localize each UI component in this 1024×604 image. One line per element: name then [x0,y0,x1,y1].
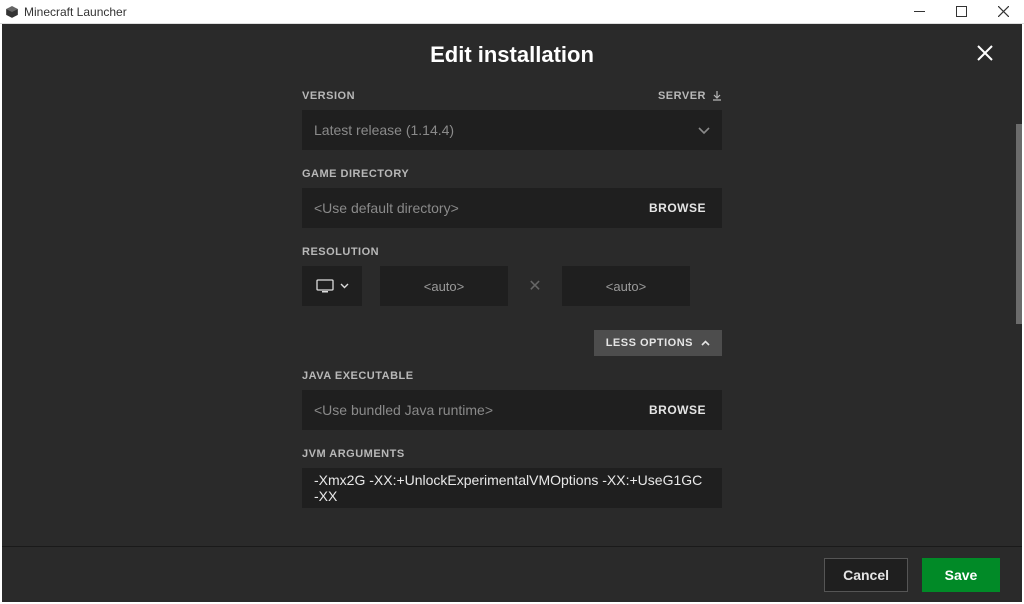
server-link-label: SERVER [658,90,706,102]
download-icon [712,91,722,101]
scrollbar-thumb[interactable] [1016,124,1022,324]
monitor-icon [316,279,334,293]
game-directory-field: GAME DIRECTORY <Use default directory> B… [302,168,722,228]
resolution-separator: ✕ [526,276,544,296]
version-select[interactable]: Latest release (1.14.4) [302,110,722,150]
minecraft-launcher-icon [0,0,24,24]
dialog-footer: Cancel Save [2,546,1022,602]
java-executable-browse-button[interactable]: BROWSE [633,390,722,430]
version-select-value: Latest release (1.14.4) [314,122,454,138]
chevron-down-icon [340,283,349,289]
window-minimize-button[interactable] [898,0,940,24]
dialog-header: Edit installation [2,24,1022,78]
java-executable-input[interactable]: <Use bundled Java runtime> [302,402,633,418]
dialog-close-button[interactable] [970,38,1000,68]
jvm-arguments-field: JVM ARGUMENTS -Xmx2G -XX:+UnlockExperime… [302,448,722,508]
version-field: VERSION SERVER Latest release (1.14.4) [302,90,722,150]
jvm-arguments-label: JVM ARGUMENTS [302,448,405,460]
chevron-down-icon [698,122,710,138]
save-button[interactable]: Save [922,558,1000,592]
installation-form: VERSION SERVER Latest release (1.14.4) G… [302,90,722,508]
chevron-up-icon [701,340,710,346]
less-options-toggle[interactable]: LESS OPTIONS [594,330,722,356]
java-executable-label: JAVA EXECUTABLE [302,370,414,382]
window-titlebar: Minecraft Launcher [0,0,1024,24]
jvm-arguments-input[interactable]: -Xmx2G -XX:+UnlockExperimentalVMOptions … [302,468,722,508]
game-directory-input[interactable]: <Use default directory> [302,200,633,216]
cancel-button[interactable]: Cancel [824,558,908,592]
resolution-height-input[interactable]: <auto> [562,266,690,306]
version-label: VERSION [302,90,355,102]
resolution-width-input[interactable]: <auto> [380,266,508,306]
less-options-label: LESS OPTIONS [606,337,693,349]
java-executable-field: JAVA EXECUTABLE <Use bundled Java runtim… [302,370,722,430]
resolution-field: RESOLUTION <auto> ✕ <auto> [302,246,722,306]
launcher-panel: Edit installation VERSION SERVER Latest … [2,24,1022,602]
window-title: Minecraft Launcher [24,5,127,19]
window-maximize-button[interactable] [940,0,982,24]
game-directory-label: GAME DIRECTORY [302,168,409,180]
window-close-button[interactable] [982,0,1024,24]
resolution-preset-select[interactable] [302,266,362,306]
dialog-title: Edit installation [2,42,1022,68]
resolution-label: RESOLUTION [302,246,379,258]
server-link[interactable]: SERVER [658,90,722,102]
game-directory-browse-button[interactable]: BROWSE [633,188,722,228]
